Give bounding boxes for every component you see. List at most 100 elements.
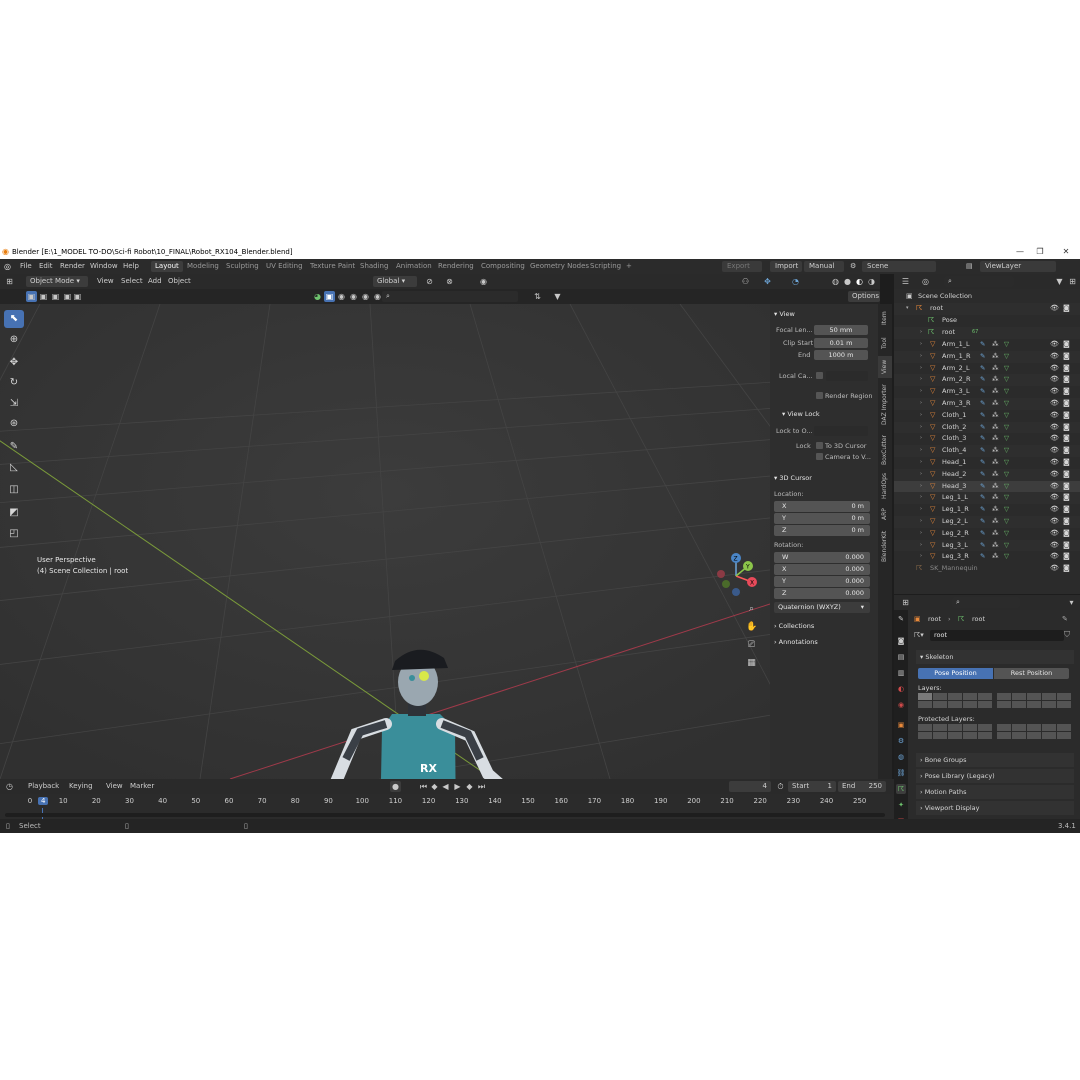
tab-rendering[interactable]: Rendering [434, 261, 478, 272]
to-3d-cursor-checkbox[interactable] [816, 442, 823, 449]
eye-icon[interactable]: 👁 [1050, 563, 1059, 575]
rotation-mode-dropdown[interactable]: Quaternion (WXYZ) ▾ [774, 602, 870, 613]
maximize-button[interactable]: ❐ [1032, 245, 1048, 259]
camera-icon[interactable]: ◙ [1063, 339, 1070, 351]
eye-icon[interactable]: 👁 [1050, 516, 1059, 528]
modifier-wrench-icon[interactable]: ✎ [980, 492, 985, 504]
shading-solid-icon[interactable]: ● [842, 276, 853, 287]
modifier-wrench-icon[interactable]: ✎ [980, 422, 985, 434]
viewport-menu-add[interactable]: Add [148, 276, 162, 287]
rotation-w-field[interactable]: W 0.000 [774, 552, 870, 563]
eye-icon[interactable]: 👁 [1050, 398, 1059, 410]
transform-tool-icon[interactable]: ⊛ [4, 415, 24, 433]
jump-keyframe-back-icon[interactable]: ◆ [429, 781, 440, 792]
export-button[interactable]: Export [722, 261, 762, 272]
vertex-group-icon[interactable]: ⁂ [992, 492, 999, 504]
start-frame-field[interactable]: Start 1 [788, 781, 836, 792]
mesh-data-icon[interactable]: ▽ [1004, 469, 1009, 481]
object-tab-icon[interactable]: ▣ [896, 720, 906, 730]
display-mode-icon[interactable]: ◎ [920, 276, 931, 287]
select-mode-intersect-icon[interactable]: ▣ [72, 291, 83, 302]
vertex-group-icon[interactable]: ⁂ [992, 398, 999, 410]
camera-icon[interactable]: ◙ [1063, 469, 1070, 481]
blender-menu-icon[interactable]: ◎ [4, 259, 11, 274]
vertex-group-icon[interactable]: ⁂ [992, 551, 999, 563]
camera-icon[interactable]: ◙ [1063, 398, 1070, 410]
expand-icon[interactable]: › [920, 445, 922, 457]
vertex-group-icon[interactable]: ⁂ [992, 339, 999, 351]
render-tab-icon[interactable]: ◙ [896, 636, 906, 646]
clip-start-field[interactable]: 0.01 m [814, 338, 868, 348]
local-camera-field[interactable] [826, 371, 868, 381]
expand-icon[interactable]: › [920, 351, 922, 363]
properties-editor-icon[interactable]: ⊞ [900, 597, 911, 608]
eye-icon[interactable]: 👁 [1050, 551, 1059, 563]
viewport-menu-select[interactable]: Select [121, 276, 143, 287]
outliner-item[interactable]: › ▽ Leg_3_R ✎ ⁂ ▽ 👁 ◙ [894, 551, 1080, 563]
menu-help[interactable]: Help [123, 259, 139, 274]
vertex-group-icon[interactable]: ⁂ [992, 386, 999, 398]
outliner-item[interactable]: › ▽ Cloth_4 ✎ ⁂ ▽ 👁 ◙ [894, 445, 1080, 457]
scene-selector[interactable]: Scene [862, 261, 936, 272]
zoom-icon[interactable]: ⌕ [746, 604, 757, 615]
mesh-data-icon[interactable]: ▽ [1004, 540, 1009, 552]
end-frame-field[interactable]: End 250 [838, 781, 886, 792]
outliner-item[interactable]: › ▽ Leg_2_L ✎ ⁂ ▽ 👁 ◙ [894, 516, 1080, 528]
outliner-pose[interactable]: ☈ Pose [894, 315, 1080, 327]
tab-texture-paint[interactable]: Texture Paint [306, 261, 359, 272]
outliner-root-armature-data[interactable]: › ☈ root 67 [894, 327, 1080, 339]
current-frame-field[interactable]: 4 [729, 781, 771, 792]
outliner-editor-icon[interactable]: ☰ [900, 276, 911, 287]
view-lock-header[interactable]: ▾ View Lock [782, 410, 820, 418]
visibility-icon[interactable]: ⚇ [740, 276, 751, 287]
viewport-display-panel-header[interactable]: › Viewport Display [916, 801, 1074, 815]
camera-icon[interactable]: ◙ [1063, 516, 1070, 528]
scene-tab-icon[interactable]: ◐ [896, 684, 906, 694]
tab-shading[interactable]: Shading [356, 261, 392, 272]
modifier-wrench-icon[interactable]: ✎ [980, 398, 985, 410]
vertex-group-icon[interactable]: ⁂ [992, 374, 999, 386]
expand-icon[interactable]: › [920, 492, 922, 504]
vertex-group-icon[interactable]: ⁂ [992, 481, 999, 493]
world-tab-icon[interactable]: ◉ [896, 700, 906, 710]
gizmo-toggle-icon[interactable]: ✥ [762, 276, 773, 287]
skeleton-panel-header[interactable]: ▾ Skeleton [916, 650, 1074, 664]
expand-icon[interactable]: › [920, 363, 922, 375]
camera-icon[interactable]: ◙ [1063, 540, 1070, 552]
filter-camera-icon[interactable]: ◉ [360, 291, 371, 302]
jump-end-icon[interactable]: ⏭ [476, 781, 487, 792]
pin-icon[interactable]: ✎ [1062, 615, 1068, 623]
expand-icon[interactable]: › [920, 398, 922, 410]
tab-sculpting[interactable]: Sculpting [222, 261, 263, 272]
tab-item[interactable]: Item [878, 306, 892, 330]
rotation-x-field[interactable]: X 0.000 [774, 564, 870, 575]
modifier-wrench-icon[interactable]: ✎ [980, 363, 985, 375]
layers-grid-right[interactable] [997, 693, 1071, 708]
bone-tab-icon[interactable]: ✦ [896, 800, 906, 810]
location-x-field[interactable]: X 0 m [774, 501, 870, 512]
outliner-item[interactable]: › ▽ Leg_1_R ✎ ⁂ ▽ 👁 ◙ [894, 504, 1080, 516]
expand-icon[interactable]: › [920, 339, 922, 351]
camera-icon[interactable]: ◙ [1063, 410, 1070, 422]
expand-icon[interactable]: › [920, 374, 922, 386]
viewport-menu-view[interactable]: View [97, 276, 114, 287]
vertex-group-icon[interactable]: ⁂ [992, 457, 999, 469]
breadcrumb-armature[interactable]: root [972, 615, 985, 623]
view-panel-header[interactable]: ▾ View [774, 310, 795, 318]
options-dropdown[interactable]: Options [848, 291, 880, 302]
properties-search-input[interactable]: ⌕ [952, 597, 1020, 608]
pan-hand-icon[interactable]: ✋ [746, 622, 757, 633]
new-collection-icon[interactable]: ⊞ [1067, 276, 1078, 287]
clock-editor-icon[interactable]: ◷ [4, 781, 15, 792]
outliner-item[interactable]: › ▽ Arm_1_L ✎ ⁂ ▽ 👁 ◙ [894, 339, 1080, 351]
mesh-data-icon[interactable]: ▽ [1004, 516, 1009, 528]
outliner-item[interactable]: › ▽ Cloth_1 ✎ ⁂ ▽ 👁 ◙ [894, 410, 1080, 422]
focal-length-field[interactable]: 50 mm [814, 325, 868, 335]
camera-icon[interactable]: ◙ [1063, 445, 1070, 457]
modifier-wrench-icon[interactable]: ✎ [980, 339, 985, 351]
mesh-data-icon[interactable]: ▽ [1004, 551, 1009, 563]
outliner-item[interactable]: › ▽ Head_1 ✎ ⁂ ▽ 👁 ◙ [894, 457, 1080, 469]
camera-icon[interactable]: ◙ [1063, 457, 1070, 469]
robot-model[interactable]: RX 104 [270, 584, 560, 779]
camera-icon[interactable]: ◙ [1063, 351, 1070, 363]
